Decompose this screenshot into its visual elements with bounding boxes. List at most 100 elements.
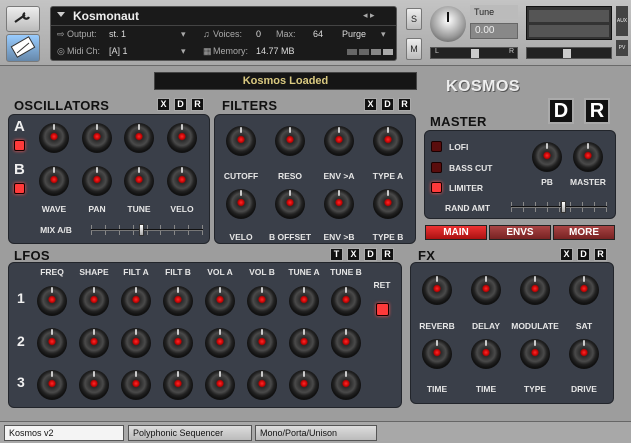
lfo-1-knob[interactable] [289,286,319,316]
lfo-1-knob[interactable] [163,286,193,316]
osc-b-wave-knob[interactable] [39,166,69,196]
tune-knob[interactable] [430,6,466,42]
lfo-3-knob[interactable] [331,370,361,400]
lfo-d-button[interactable]: D [364,248,377,261]
reverb-knob[interactable] [422,275,452,305]
modulate-type-knob[interactable] [520,339,550,369]
script-tab-mono[interactable]: Mono/Porta/Unison [255,425,377,441]
script-tab-sequencer[interactable]: Polyphonic Sequencer [128,425,252,441]
lfo-2-knob[interactable] [121,328,151,358]
lfo-x-button[interactable]: X [347,248,360,261]
filter-type-b-knob[interactable] [373,189,403,219]
midi-dropdown-icon[interactable]: ▾ [181,46,186,57]
fx-r-button[interactable]: R [594,248,607,261]
fx-d-button[interactable]: D [577,248,590,261]
lfo-1-knob[interactable] [205,286,235,316]
lfo-2-knob[interactable] [37,328,67,358]
output-value[interactable]: st. 1 [109,29,126,39]
lfo-1-knob[interactable] [37,286,67,316]
osc-x-button[interactable]: X [157,98,170,111]
lfo-3-knob[interactable] [121,370,151,400]
lfo-1-knob[interactable] [121,286,151,316]
delay-time-knob[interactable] [471,339,501,369]
osc-b-toggle[interactable] [14,183,25,194]
mix-ab-thumb[interactable] [139,224,144,236]
purge-button[interactable]: Purge [342,29,366,39]
keyboard-button[interactable] [6,34,40,62]
tab-main[interactable]: MAIN [425,225,487,240]
lfo-2-knob[interactable] [289,328,319,358]
lfo-t-button[interactable]: T [330,248,343,261]
osc-b-velo-knob[interactable] [167,166,197,196]
script-tab-kosmos[interactable]: Kosmos v2 [4,425,124,441]
collapse-arrow-icon[interactable] [57,12,65,17]
filter-velo-knob[interactable] [226,189,256,219]
saturation-knob[interactable] [569,275,599,305]
osc-a-pan-knob[interactable] [82,123,112,153]
lfo-3-knob[interactable] [289,370,319,400]
drive-knob[interactable] [569,339,599,369]
lfo-1-knob[interactable] [79,286,109,316]
reverb-time-knob[interactable] [422,339,452,369]
pv-button[interactable]: PV [616,40,628,56]
filter-env-b-knob[interactable] [324,189,354,219]
tab-envs[interactable]: ENVS [489,225,551,240]
lfo-2-knob[interactable] [247,328,277,358]
limiter-toggle[interactable] [431,182,442,193]
master-r-button[interactable]: R [584,98,610,124]
lfo-3-knob[interactable] [205,370,235,400]
wrench-button[interactable] [6,6,40,32]
purge-dropdown-icon[interactable]: ▾ [381,29,386,40]
filt-x-button[interactable]: X [364,98,377,111]
prev-next-arrows-icon[interactable]: ◂ ▸ [363,10,375,21]
lfo-2-knob[interactable] [79,328,109,358]
lfo-r-button[interactable]: R [381,248,394,261]
filter-b-offset-knob[interactable] [275,189,305,219]
osc-r-button[interactable]: R [191,98,204,111]
volume-thumb[interactable] [563,49,571,58]
mute-button[interactable]: M [406,38,422,60]
bass-cut-toggle[interactable] [431,162,442,173]
lfo-3-knob[interactable] [247,370,277,400]
master-d-button[interactable]: D [548,98,574,124]
delay-knob[interactable] [471,275,501,305]
osc-a-wave-knob[interactable] [39,123,69,153]
filter-reso-knob[interactable] [275,126,305,156]
instrument-name[interactable]: Kosmonaut [73,9,139,23]
midi-channel-value[interactable]: [A] 1 [109,46,128,56]
lfo-3-knob[interactable] [163,370,193,400]
max-voices-value[interactable]: 64 [313,29,323,39]
filt-r-button[interactable]: R [398,98,411,111]
solo-button[interactable]: S [406,8,422,30]
fx-x-button[interactable]: X [560,248,573,261]
filt-d-button[interactable]: D [381,98,394,111]
output-dropdown-icon[interactable]: ▾ [181,29,186,40]
lfo-3-knob[interactable] [79,370,109,400]
pan-thumb[interactable] [471,49,479,58]
filter-type-a-knob[interactable] [373,126,403,156]
lfo-retrigger-toggle[interactable] [376,303,389,316]
modulate-knob[interactable] [520,275,550,305]
filter-env-a-knob[interactable] [324,126,354,156]
volume-slider[interactable] [526,47,612,59]
lfo-1-knob[interactable] [331,286,361,316]
lfo-2-knob[interactable] [331,328,361,358]
pitch-bend-knob[interactable] [532,142,562,172]
filter-cutoff-knob[interactable] [226,126,256,156]
lfo-1-knob[interactable] [247,286,277,316]
lfo-2-knob[interactable] [163,328,193,358]
tab-more[interactable]: MORE [553,225,615,240]
rand-amt-slider[interactable] [511,201,607,213]
lfo-3-knob[interactable] [37,370,67,400]
master-volume-knob[interactable] [573,142,603,172]
mix-ab-slider[interactable] [91,224,203,236]
lofi-toggle[interactable] [431,141,442,152]
pan-slider[interactable]: L R [430,47,518,59]
osc-d-button[interactable]: D [174,98,187,111]
lfo-2-knob[interactable] [205,328,235,358]
osc-b-pan-knob[interactable] [82,166,112,196]
tune-value[interactable]: 0.00 [470,23,518,39]
osc-b-tune-knob[interactable] [124,166,154,196]
osc-a-tune-knob[interactable] [124,123,154,153]
aux-button[interactable]: AUX [616,6,628,36]
